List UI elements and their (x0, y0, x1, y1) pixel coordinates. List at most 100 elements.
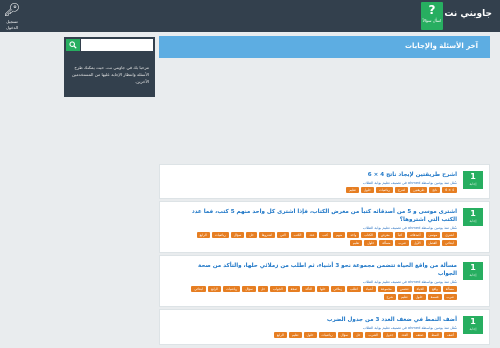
answer-count-badge[interactable]: 1 إجابة (463, 262, 483, 280)
tag[interactable]: حل (257, 286, 269, 292)
tag[interactable]: كتباً (394, 232, 406, 238)
answer-count: 1 (470, 317, 476, 326)
ask-question-button[interactable]: ? اسأل سؤالاً (421, 2, 443, 30)
tag[interactable]: تعليم (398, 294, 411, 300)
tag[interactable]: موسى (425, 232, 441, 238)
question-title[interactable]: اشرح طريقتين لإيجاد ناتج 4 × 6 (187, 171, 457, 179)
tag[interactable]: الكتاب (361, 232, 376, 238)
tag-list: أضف النمط ضعف العدد جدول الضرب حل سؤال رياضيات حل… (187, 332, 457, 338)
answer-count-label: إجابة (469, 273, 477, 277)
question-meta: سُئل منذ يومين بواسطة ahmed في تصنيف تعل… (362, 226, 457, 230)
tag[interactable]: تتضمن (396, 286, 412, 292)
tag[interactable]: ضرب (443, 294, 457, 300)
tag[interactable]: ابتدائي (442, 240, 457, 246)
tag[interactable]: معرض (377, 232, 393, 238)
top-navbar: جاوبني نت ? اسأل سؤالاً 🔑︎ تسجيل الدخول (0, 0, 500, 32)
tag[interactable]: أصدقائه (407, 232, 424, 238)
key-icon: 🔑︎ (3, 3, 21, 18)
tag-list: اشترى موسى أصدقائه كتباً معرض الكتاب واحد منهم ك… (187, 232, 457, 246)
answer-count: 1 (470, 209, 476, 218)
tag[interactable]: النمط (428, 332, 443, 338)
sidebar-panel: مرحبا بك في جاوبني نت، حيث يمكنك طرح الأ… (64, 37, 155, 97)
tag[interactable]: واقع (429, 286, 441, 292)
tag[interactable]: قسمة (427, 294, 442, 300)
tag[interactable]: تعليم (349, 240, 363, 246)
search-button[interactable] (66, 39, 80, 51)
question-card: 1 إجابة اشترى موسى و 5 من أصدقائه كتباً … (159, 201, 490, 253)
tag[interactable]: ابتدائي (191, 286, 207, 292)
answer-count-badge[interactable]: 1 إجابة (463, 316, 483, 334)
tag[interactable]: رياضيات (223, 286, 241, 292)
tag[interactable]: سؤال (230, 232, 245, 238)
ask-question-label: اسأل سؤالاً (422, 18, 442, 23)
tag[interactable]: حلول (360, 187, 374, 193)
question-title[interactable]: اشترى موسى و 5 من أصدقائه كتباً من معرض … (187, 208, 457, 224)
tag[interactable]: الحياة (413, 286, 428, 292)
tag[interactable]: اشترى (442, 232, 457, 238)
tag[interactable]: صحة (287, 286, 301, 292)
tag[interactable]: أشياء (362, 286, 376, 292)
tag[interactable]: ناتج (429, 187, 441, 193)
tag[interactable]: الرابع (273, 332, 287, 338)
tag[interactable]: الكتب (290, 232, 305, 238)
tag[interactable]: ضعف (412, 332, 427, 338)
login-label: تسجيل الدخول (6, 19, 18, 30)
tag[interactable]: جدول (382, 332, 397, 338)
tag[interactable]: تعليم (288, 332, 302, 338)
tag[interactable]: حلها (317, 286, 329, 292)
tag[interactable]: ضرب (395, 240, 409, 246)
tag[interactable]: 4 × 6 (442, 187, 457, 193)
page-title: آخر الأسئلة والإجابات (404, 42, 478, 50)
tag-list: مسألة واقع الحياة تتضمن مجموعة أشياء اطلب زملائ… (187, 286, 457, 300)
tag[interactable]: سؤال (337, 332, 352, 338)
tag[interactable]: كتب (319, 232, 331, 238)
tag[interactable]: الفصل (425, 240, 441, 246)
tag[interactable]: حلول (364, 240, 378, 246)
tag[interactable]: مسألة (442, 286, 457, 292)
tag[interactable]: رياضيات (318, 332, 336, 338)
search-input[interactable] (81, 39, 153, 51)
login-button[interactable]: 🔑︎ تسجيل الدخول (2, 3, 22, 30)
tag[interactable]: طريقتين (410, 187, 428, 193)
tag[interactable]: تعليم (346, 187, 359, 193)
question-title[interactable]: أضف النمط في ضعف العدد 3 من جدول الضرب (187, 316, 457, 324)
tag[interactable]: التأكد (302, 286, 316, 292)
tag[interactable]: الأول (410, 240, 424, 246)
tag[interactable]: حل (353, 332, 364, 338)
tag[interactable]: اشتروها (258, 232, 276, 238)
question-title[interactable]: مسألة من واقع الحياة تتضمن مجموعة نحو 3 … (187, 262, 457, 278)
tag[interactable]: اشرح (394, 187, 409, 193)
tag[interactable]: مجموعة (377, 286, 395, 292)
tag[interactable]: اطلب (347, 286, 361, 292)
tag[interactable]: العدد (398, 332, 411, 338)
tag[interactable]: الرابع (196, 232, 210, 238)
tag[interactable]: زملائي (330, 286, 346, 292)
tag[interactable]: واحد (347, 232, 360, 238)
question-icon: ? (428, 3, 436, 17)
tag[interactable]: الجواب (270, 286, 286, 292)
tag[interactable]: شرح (383, 294, 397, 300)
tag[interactable]: الضرب (365, 332, 381, 338)
tag[interactable]: أضف (444, 332, 457, 338)
tag[interactable]: التي (277, 232, 289, 238)
tag[interactable]: منهم (332, 232, 346, 238)
tag[interactable]: مسألة (379, 240, 394, 246)
page-title-bar: آخر الأسئلة والإجابات (159, 36, 490, 58)
answer-count: 1 (470, 172, 476, 181)
tag[interactable]: رياضيات (375, 187, 393, 193)
answer-count-badge[interactable]: 1 إجابة (463, 208, 483, 226)
search-icon (69, 41, 77, 49)
answer-count-badge[interactable]: 1 إجابة (463, 171, 483, 189)
tag[interactable]: عدد (306, 232, 318, 238)
answer-count: 1 (470, 263, 476, 272)
question-meta: سُئل منذ يومين بواسطة ahmed في تصنيف تعل… (362, 181, 457, 185)
tag[interactable]: حل (246, 232, 257, 238)
site-name[interactable]: جاوبني نت (444, 9, 492, 19)
question-meta: سُئل منذ يومين بواسطة ahmed في تصنيف تعل… (362, 280, 457, 284)
tag[interactable]: الرابع (208, 286, 222, 292)
tag[interactable]: سؤال (242, 286, 256, 292)
tag[interactable]: حلول (412, 294, 426, 300)
answer-count-label: إجابة (469, 219, 477, 223)
tag[interactable]: حلول (303, 332, 317, 338)
tag[interactable]: رياضيات (211, 232, 229, 238)
